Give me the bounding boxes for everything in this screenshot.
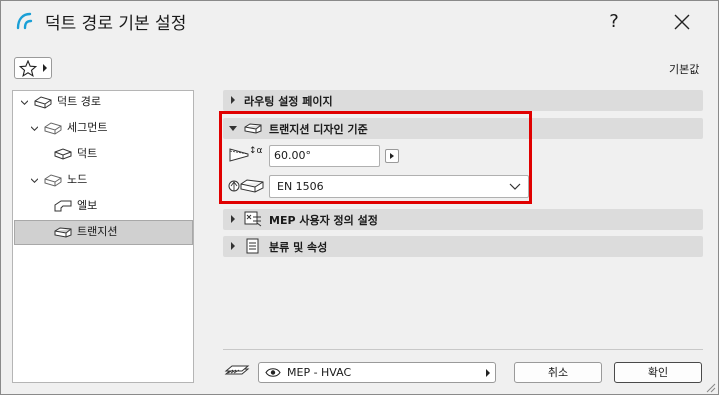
window-title: 덕트 경로 기본 설정 [45, 14, 187, 34]
tree-item-node[interactable]: 노드 [29, 169, 189, 191]
ok-button[interactable]: 확인 [614, 362, 702, 383]
resize-grip-icon[interactable] [704, 381, 716, 393]
chevron-down-icon [21, 100, 28, 105]
panel-mep-custom-settings[interactable]: MEP 사용자 정의 설정 [223, 209, 703, 230]
layer-value: MEP - HVAC [287, 366, 352, 379]
panel-routing-settings[interactable]: 라우팅 설정 페이지 [223, 90, 703, 111]
tree-item-transition[interactable]: 트랜지션 [43, 221, 189, 243]
tree-item-duct-route[interactable]: 덕트 경로 [19, 91, 189, 113]
layer-icon [224, 365, 250, 375]
layer-arrow-icon [486, 369, 490, 377]
title-bar: 덕트 경로 기본 설정 ? [1, 1, 718, 43]
layer-dropdown[interactable]: MEP - HVAC [258, 362, 496, 383]
segment-icon [44, 122, 62, 135]
dialog-window: 덕트 경로 기본 설정 ? 기본값 덕트 경로 세그먼트 덕트 노드 엘보 트랜… [0, 0, 719, 395]
chevron-down-icon [31, 126, 38, 131]
favorites-arrow-icon [43, 64, 47, 72]
chevron-down-icon [31, 178, 38, 183]
expand-arrow-icon [231, 242, 235, 250]
tree-item-label: 세그먼트 [67, 121, 108, 134]
favorites-button[interactable] [14, 57, 52, 79]
tree-item-segment[interactable]: 세그먼트 [29, 117, 189, 139]
tree-item-label: 덕트 경로 [57, 95, 101, 108]
help-button[interactable]: ? [599, 7, 629, 37]
transition-icon [54, 227, 72, 238]
tree-item-label: 덕트 [77, 147, 98, 160]
cancel-button[interactable]: 취소 [514, 362, 602, 383]
tree-item-label: 트랜지션 [77, 225, 118, 238]
panel-mep-label: MEP 사용자 정의 설정 [269, 214, 378, 227]
defaults-label[interactable]: 기본값 [669, 61, 699, 77]
duct-icon [54, 148, 72, 160]
app-logo-icon [16, 12, 33, 30]
settings-tree: 덕트 경로 세그먼트 덕트 노드 엘보 트랜지션 [12, 90, 194, 383]
close-icon[interactable] [667, 7, 697, 37]
document-list-icon [246, 238, 259, 254]
tree-item-duct[interactable]: 덕트 [43, 143, 189, 165]
node-icon [44, 174, 62, 187]
panel-classification-properties[interactable]: 분류 및 속성 [223, 236, 703, 257]
expand-arrow-icon [231, 96, 235, 104]
eye-icon [265, 368, 281, 377]
tree-item-elbow[interactable]: 엘보 [43, 195, 189, 217]
panel-classification-label: 분류 및 속성 [269, 241, 328, 254]
panel-routing-label: 라우팅 설정 페이지 [244, 95, 333, 108]
duct-route-icon [34, 96, 52, 109]
elbow-icon [54, 200, 72, 212]
star-icon [19, 60, 37, 77]
tree-item-label: 노드 [67, 173, 88, 186]
expand-arrow-icon [231, 215, 235, 223]
tree-item-label: 엘보 [77, 199, 98, 212]
mep-custom-settings-icon [244, 211, 262, 227]
footer-separator [223, 349, 703, 350]
red-highlight-box [219, 111, 532, 204]
